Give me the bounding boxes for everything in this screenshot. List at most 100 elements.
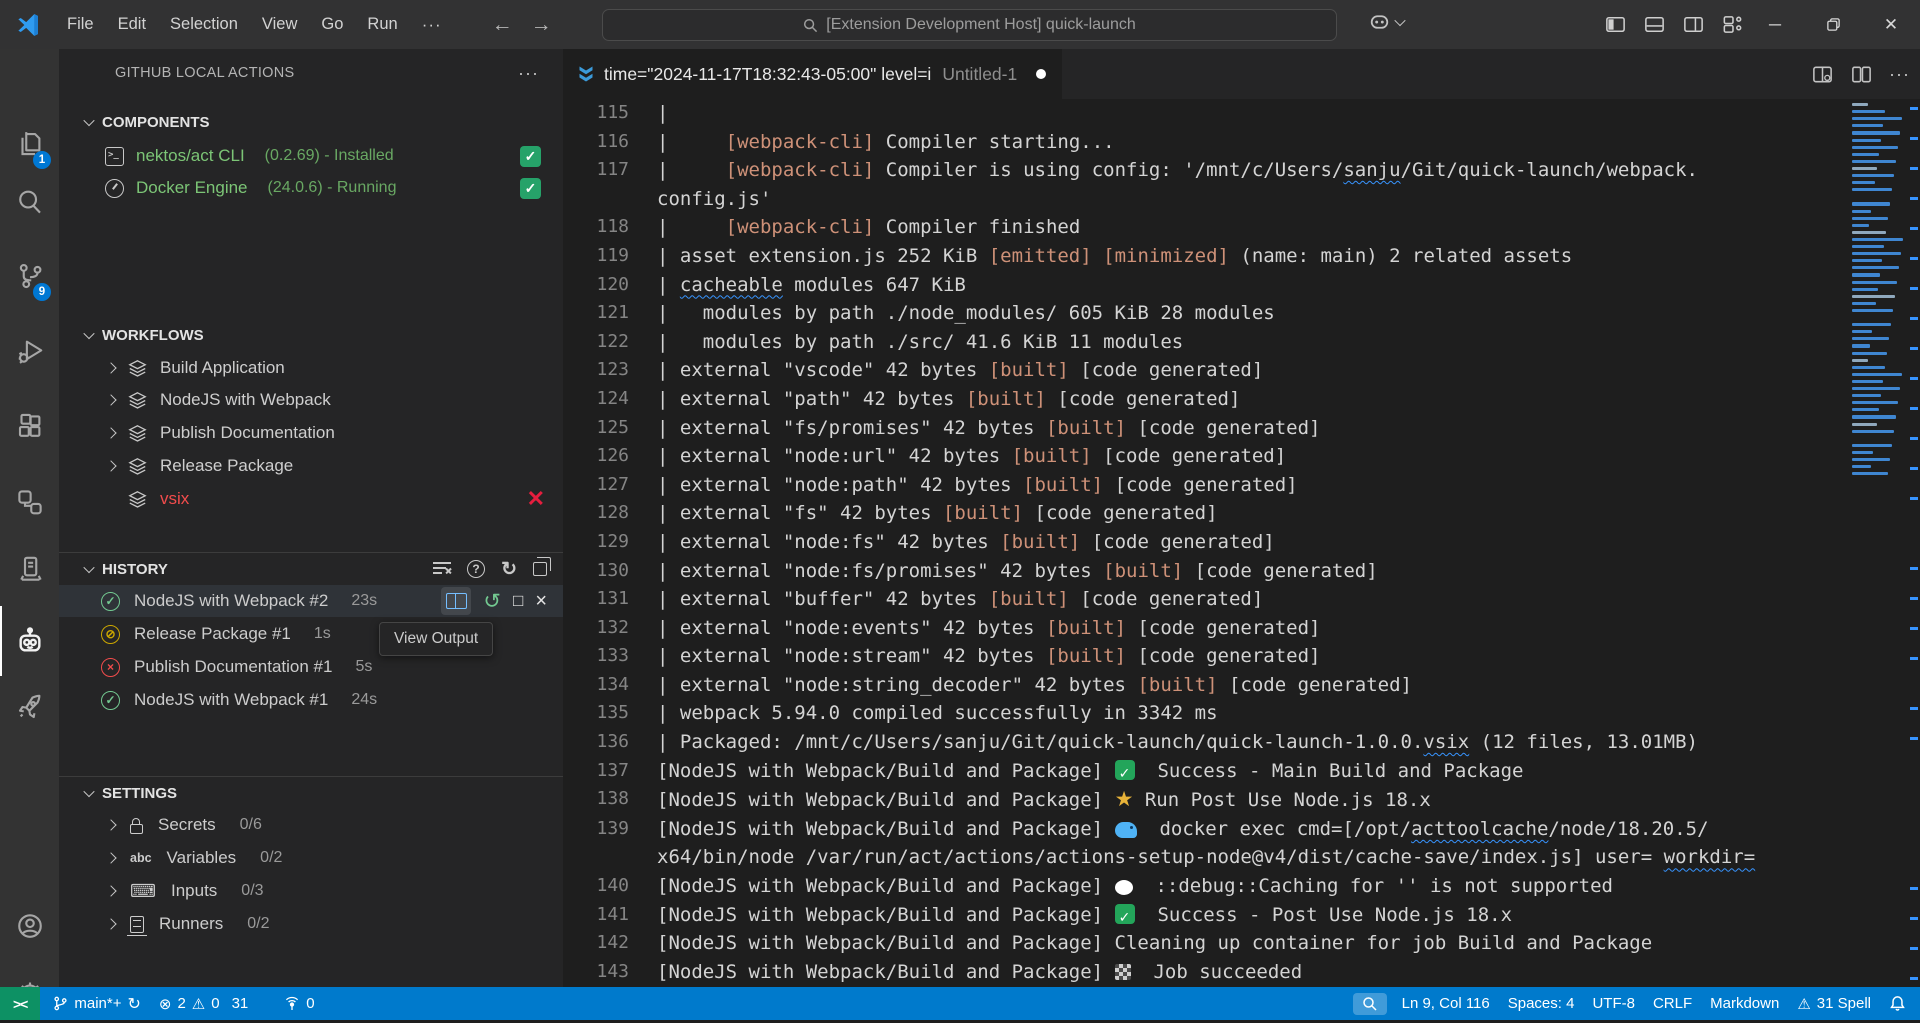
components-section-header[interactable]: COMPONENTS [59,106,563,138]
workflow-item-release-package[interactable]: Release Package [59,450,563,482]
minimap-bar [1852,146,1898,149]
menu-go[interactable]: Go [309,9,355,40]
problems-status[interactable]: ⊗ 2 ⚠ 0 31 [150,987,257,1020]
split-editor-icon[interactable] [1850,63,1873,86]
chevron-right-icon [105,394,116,405]
menu-view[interactable]: View [250,9,309,40]
customize-layout-icon[interactable] [1719,11,1746,38]
run-debug-icon[interactable] [0,322,59,380]
settings-item-inputs[interactable]: ⌨ Inputs 0/3 [59,875,563,907]
branch-status[interactable]: main*+ ↻ [44,987,150,1020]
line-number: 134 [563,671,629,700]
command-center-search[interactable]: [Extension Development Host] quick-launc… [602,9,1337,41]
source-control-icon[interactable]: 9 [0,247,59,305]
minimap-bar [1852,337,1889,340]
workflow-item-build-application[interactable]: Build Application [59,352,563,384]
notifications-bell-icon[interactable] [1880,987,1920,1020]
history-item-nodejs-webpack-1[interactable]: ✓ NodeJS with Webpack #1 24s [59,684,563,716]
copilot-menu[interactable] [1367,9,1404,34]
workflows-section-header[interactable]: WORKFLOWS [59,319,563,351]
unsaved-dot-icon[interactable] [1036,69,1046,79]
settings-item-runners[interactable]: Runners 0/2 [59,908,563,940]
remote-explorer-icon[interactable] [0,473,59,531]
accounts-icon[interactable] [0,897,59,955]
settings-item-variables[interactable]: abc Variables 0/2 [59,842,563,874]
extensions-icon[interactable] [0,398,59,456]
menu-overflow[interactable]: ··· [410,9,454,41]
code-line: 115| [563,99,1920,128]
toggle-secondary-sidebar-icon[interactable] [1680,11,1707,38]
stop-icon[interactable]: □ [513,591,523,611]
open-preview-icon[interactable] [1811,63,1834,86]
view-output-icon[interactable] [441,587,471,615]
line-number: 121 [563,299,629,328]
line-number: 142 [563,929,629,958]
cursor-position-status[interactable]: Ln 9, Col 116 [1393,987,1499,1020]
workflow-item-publish-documentation[interactable]: Publish Documentation [59,417,563,449]
clear-history-icon[interactable] [433,562,451,576]
navigate-forward-icon[interactable]: → [531,13,552,37]
restore-window-icon[interactable] [1804,0,1862,49]
component-item-act-cli[interactable]: nektos/act CLI (0.2.69) - Installed ✓ [59,140,563,172]
git-branch-icon [53,995,68,1012]
toggle-primary-sidebar-icon[interactable] [1602,11,1629,38]
menu-file[interactable]: File [55,9,106,40]
eol-status[interactable]: CRLF [1644,987,1701,1020]
code-line: 117| [webpack-cli] Compiler is using con… [563,156,1920,185]
collapse-all-icon[interactable] [533,562,547,576]
workflow-item-vsix[interactable]: vsix ✕ [59,483,563,515]
check-icon [1115,904,1135,924]
navigate-back-icon[interactable]: ← [492,13,513,37]
sync-icon: ↻ [127,994,140,1014]
remove-workflow-icon[interactable]: ✕ [527,486,545,512]
rerun-icon[interactable]: ↺ [483,591,501,612]
code-line: 139[NodeJS with Webpack/Build and Packag… [563,815,1920,844]
remote-indicator[interactable]: >< [0,987,40,1020]
spell-checker-status[interactable]: ⚠ 31 Spell [1788,987,1880,1020]
minimize-icon[interactable]: ─ [1746,0,1804,49]
line-number [563,843,629,872]
history-section-header[interactable]: HISTORY ? ↻ [59,553,563,585]
toggle-panel-icon[interactable] [1641,11,1668,38]
dismiss-icon[interactable]: × [535,590,547,613]
component-item-docker[interactable]: Docker Engine (24.0.6) - Running ✓ [59,172,563,204]
menu-selection[interactable]: Selection [158,9,250,40]
minimap-bar [1852,451,1873,454]
ruler-tick [1910,287,1918,290]
rocket-icon[interactable] [0,678,59,736]
ruler-tick [1910,737,1918,740]
line-number: 143 [563,958,629,987]
minimap-bar [1852,167,1877,170]
sidebar-more-actions-icon[interactable]: ··· [518,63,539,84]
chevron-right-icon [105,362,116,373]
history-item-nodejs-webpack-2[interactable]: ✓ NodeJS with Webpack #2 23s ↺ □ × [59,585,563,617]
language-mode-status[interactable]: Markdown [1701,987,1788,1020]
refresh-icon[interactable]: ↻ [501,558,517,581]
settings-item-secrets[interactable]: Secrets 0/6 [59,809,563,841]
search-view-icon[interactable] [0,173,59,231]
explorer-icon[interactable]: 1 [0,115,59,173]
overview-ruler[interactable] [1907,99,1920,987]
settings-section-header[interactable]: SETTINGS [59,777,563,809]
ports-status[interactable]: 0 [275,987,323,1020]
indentation-status[interactable]: Spaces: 4 [1499,987,1584,1020]
github-local-actions-icon[interactable] [0,612,59,670]
code-lines[interactable]: 115|116| [webpack-cli] Compiler starting… [563,99,1920,987]
workflow-item-nodejs-webpack[interactable]: NodeJS with Webpack [59,384,563,416]
menu-run[interactable]: Run [355,9,409,40]
code-line: 138[NodeJS with Webpack/Build and Packag… [563,785,1920,815]
screencast-zoom-indicator[interactable] [1353,993,1387,1015]
tab-untitled-1[interactable]: time="2024-11-17T18:32:43-05:00" level=i… [563,49,1062,99]
minimap-bar [1852,139,1881,142]
title-bar: File Edit Selection View Go Run ··· ← → … [0,0,1920,49]
menu-edit[interactable]: Edit [106,9,158,40]
runner-device-icon[interactable] [0,540,59,598]
editor-more-actions-icon[interactable]: ··· [1889,64,1910,85]
help-icon[interactable]: ? [467,560,485,578]
close-window-icon[interactable]: ✕ [1862,0,1920,49]
encoding-status[interactable]: UTF-8 [1583,987,1644,1020]
code-line: 118| [webpack-cli] Compiler finished [563,213,1920,242]
ruler-tick [1910,317,1918,320]
minimap[interactable] [1850,99,1907,987]
line-number: 123 [563,356,629,385]
